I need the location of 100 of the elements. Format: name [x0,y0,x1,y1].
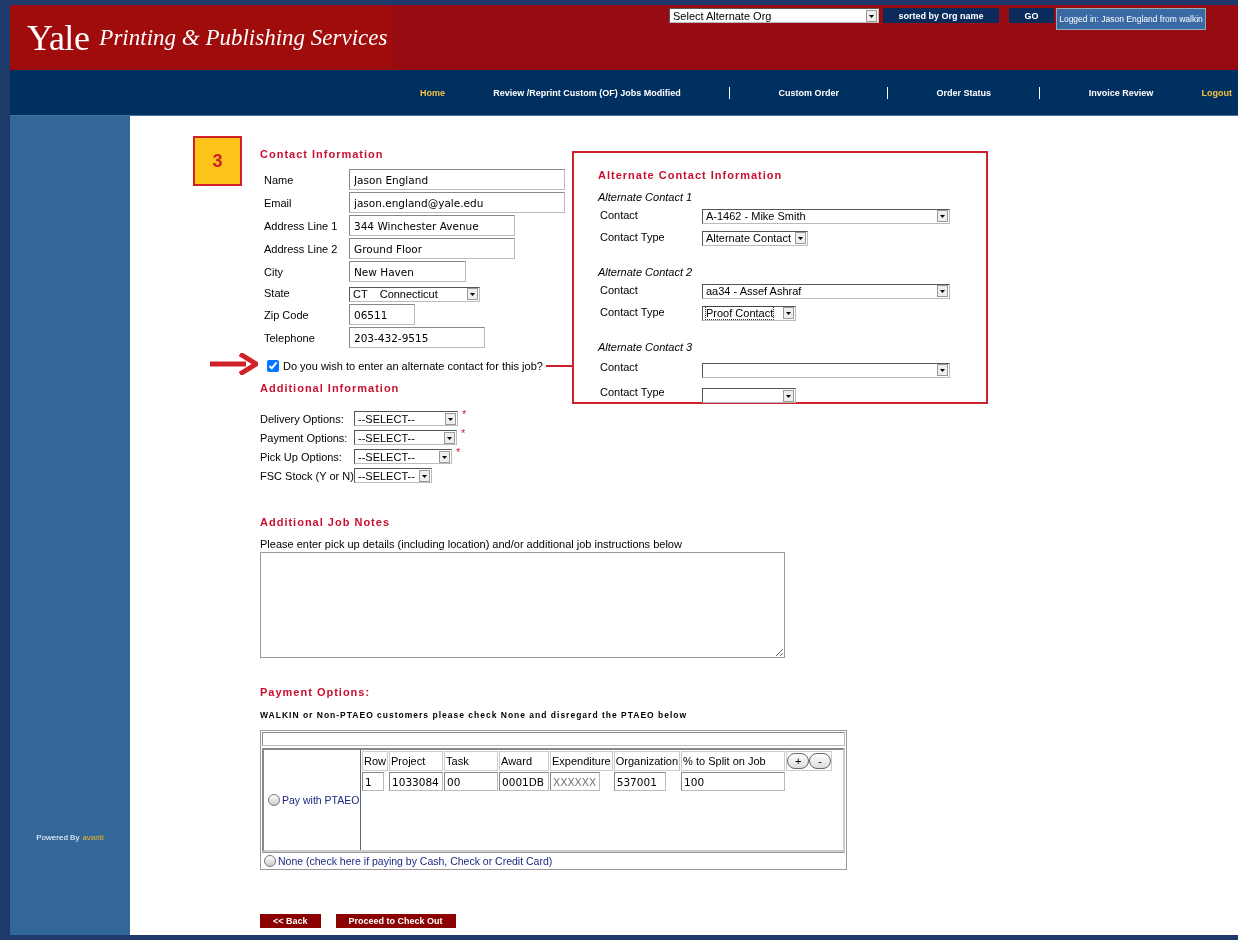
nav-link[interactable]: Home [420,87,445,98]
group-title: Alternate Contact 2 [598,266,694,278]
nav-link[interactable]: Invoice Review [1088,87,1154,98]
field-label: Name [264,173,295,186]
caret-icon [937,364,948,376]
logo-tagline: Printing & Publishing Services [99,24,388,51]
column-header: Award [499,751,549,771]
caret-icon [937,210,948,222]
table-input[interactable]: 537001 [613,772,666,791]
state-dropdown[interactable]: CT Connecticut [349,286,480,302]
text-field[interactable]: New Haven [349,261,466,282]
contact-type-dropdown[interactable]: Proof Contact [702,305,796,321]
column-header: % to Split on Job [681,751,786,771]
field-label: Contact Type [600,386,666,399]
caret-icon [783,307,794,319]
group-title: Alternate Contact 1 [598,191,694,203]
text-field[interactable]: 344 Winchester Avenue [349,215,515,236]
action-button[interactable]: Proceed to Check Out [335,914,456,928]
caret-icon [795,232,806,244]
required-mark: * [462,408,467,420]
text-field[interactable]: jason.england@yale.edu [349,192,565,213]
contact-dropdown[interactable]: A-1462 - Mike Smith [702,208,950,224]
nav-link[interactable]: Order Status [936,87,992,98]
nav-link[interactable]: Review /Reprint Custom (OF) Jobs Modified [493,87,681,98]
field-label: FSC Stock (Y or N) [260,469,354,482]
org-dropdown[interactable]: Select Alternate Org [669,8,879,23]
column-header: Row [362,751,388,771]
step-badge: 3 [193,136,242,186]
checkbox[interactable] [267,360,279,372]
field-label: Delivery Options: [260,412,345,425]
column-header: Task [444,751,498,771]
contact-dropdown[interactable] [702,362,950,378]
caret-icon [937,285,948,297]
powered-by-text: Powered By [36,833,80,842]
section-heading: Payment Options: [260,686,372,698]
instructions-text: Please enter pick up details (including location) and/or additional job instructions below [260,538,683,550]
section-heading: Additional Information [260,382,401,394]
field-label: Address Line 2 [264,242,339,255]
field-label: Contact [600,209,639,221]
dropdown[interactable]: --SELECT-- [354,411,458,426]
field-label: Contact Type [600,231,666,243]
nav-link[interactable]: Logout [1201,87,1232,98]
caret-icon [444,431,455,444]
remove-row-button[interactable]: - [809,753,832,769]
notes-field[interactable] [260,552,785,658]
contact-dropdown[interactable]: aa34 - Assef Ashraf [702,283,950,299]
pointer-arrow [210,353,258,375]
column-header: Project [389,751,443,771]
contact-type-dropdown[interactable]: Alternate Contact [702,230,808,246]
field-label: Zip Code [264,308,310,321]
table-input[interactable]: 0001DB [499,772,549,791]
dropdown[interactable]: --SELECT-- [354,468,432,483]
column-header: Organization [613,751,681,771]
caret-icon [783,389,794,402]
caret-icon [445,412,456,425]
required-mark: * [456,446,461,458]
text-field[interactable] [262,732,845,746]
column-header: Expenditure [550,751,613,771]
contact-type-dropdown[interactable] [702,388,796,403]
field-label: Payment Options: [260,431,349,444]
table-input[interactable]: 100 [681,772,786,791]
caret-icon [866,9,877,22]
nav-link[interactable]: Custom Order [778,87,839,98]
field-label: Email [264,196,293,209]
text-field[interactable]: Ground Floor [349,238,515,259]
field-label: Pick Up Options: [260,450,343,463]
go-button[interactable]: GO [1009,8,1054,23]
notice-text: WALKIN or Non-PTAEO customers please check None and disregard the PTAEO below [260,710,689,720]
add-row-button[interactable]: + [787,753,810,769]
required-mark: * [461,427,466,439]
text-field[interactable]: 203-432-9515 [349,327,485,348]
radio-label[interactable]: Pay with PTAEO [282,794,360,806]
question-label: Do you wish to enter an alternate contact for this job? [283,360,543,372]
field-label: Contact [600,360,639,373]
radio-button[interactable] [264,855,276,867]
login-status: Logged in: Jason England from walkin [1056,8,1206,30]
radio-button[interactable] [268,794,280,806]
dropdown[interactable]: --SELECT-- [354,449,452,464]
field-label: State [264,287,291,299]
section-heading: Additional Job Notes [260,516,391,528]
table-input[interactable]: 1 [362,772,384,791]
text-field[interactable]: 06511 [349,304,415,325]
table-input[interactable]: 00 [444,772,498,791]
radio-label[interactable]: None (check here if paying by Cash, Check or Credit Card) [278,855,553,867]
caret-icon [418,469,430,482]
text-field[interactable]: Jason England [349,169,565,190]
section-heading: Alternate Contact Information [598,169,784,181]
section-heading: Contact Information [260,148,385,160]
logo-word: Yale [27,16,90,59]
caret-icon [439,450,450,463]
field-label: Contact Type [600,306,666,318]
table-input[interactable]: XXXXXX [550,772,600,791]
field-label: Address Line 1 [264,219,339,232]
field-label: Contact [600,284,639,296]
caret-icon [467,288,478,300]
action-button[interactable]: << Back [260,914,321,928]
sort-label: sorted by Org name [883,8,999,23]
dropdown[interactable]: --SELECT-- [354,430,457,445]
table-input[interactable]: 1033084 [389,772,443,791]
field-label: City [264,265,284,278]
